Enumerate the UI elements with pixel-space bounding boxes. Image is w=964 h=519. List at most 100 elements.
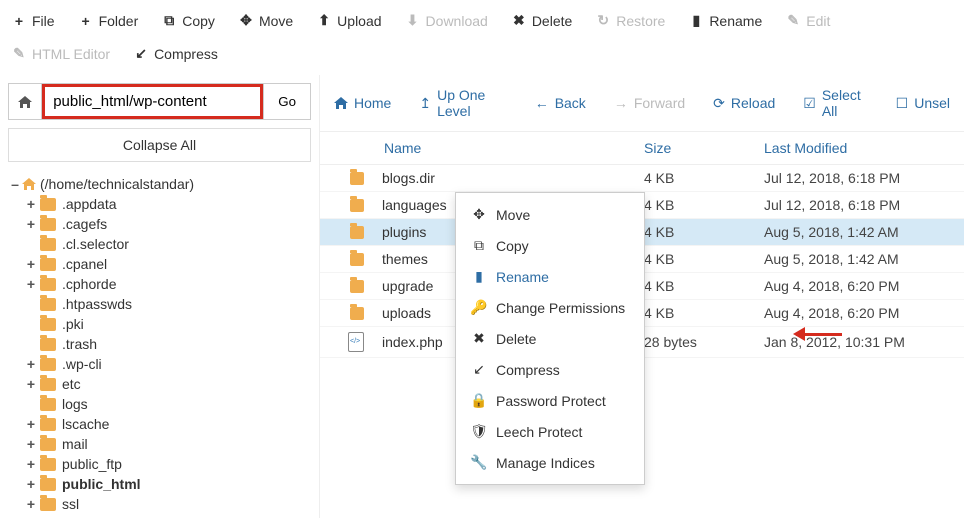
tree-item[interactable]: .htpasswds xyxy=(8,294,311,314)
plus-icon: + xyxy=(12,13,26,29)
reload-button[interactable]: ⟳Reload xyxy=(699,89,789,118)
rename-button[interactable]: ▮ Rename xyxy=(677,4,774,37)
ctx-rename[interactable]: ▮Rename xyxy=(456,261,644,292)
rename-icon: ▮ xyxy=(689,12,703,29)
path-input[interactable] xyxy=(42,84,263,119)
forward-label: Forward xyxy=(634,95,685,111)
check-icon: ☑ xyxy=(803,95,816,112)
collapse-all-button[interactable]: Collapse All xyxy=(8,128,311,162)
tree-item-label: .appdata xyxy=(62,196,117,212)
ctx-password[interactable]: 🔒Password Protect xyxy=(456,385,644,416)
copy-button[interactable]: ⧉Copy xyxy=(150,4,227,37)
expand-icon[interactable]: + xyxy=(24,496,38,512)
main-layout: Go Collapse All – (/home/technicalstanda… xyxy=(0,75,964,518)
table-row[interactable]: blogs.dir4 KBJul 12, 2018, 6:18 PM xyxy=(320,165,964,192)
tree-item[interactable]: +.cphorde xyxy=(8,274,311,294)
restore-button: ↻Restore xyxy=(584,4,677,37)
tree-item-label: .cpanel xyxy=(62,256,107,272)
expand-icon[interactable]: + xyxy=(24,476,38,492)
file-modified: Aug 5, 2018, 1:42 AM xyxy=(764,251,964,267)
nav-home-label: Home xyxy=(354,95,391,111)
download-button: ⬇Download xyxy=(394,4,500,37)
folder-icon xyxy=(40,278,56,291)
collapse-icon[interactable]: – xyxy=(8,176,22,192)
left-panel: Go Collapse All – (/home/technicalstanda… xyxy=(0,75,320,518)
tree-item[interactable]: + etc xyxy=(8,374,311,394)
html-icon: ✎ xyxy=(12,45,26,62)
rename-label: Rename xyxy=(709,13,762,29)
folder-icon xyxy=(40,458,56,471)
file-label: File xyxy=(32,13,55,29)
file-size: 4 KB xyxy=(644,251,764,267)
ctx-move[interactable]: ✥Move xyxy=(456,199,644,230)
up-level-button[interactable]: ↥Up One Level xyxy=(405,81,520,125)
tree-item[interactable]: + public_ftp xyxy=(8,454,311,474)
delete-button[interactable]: ✖Delete xyxy=(500,4,584,37)
wrench-icon: 🔧 xyxy=(470,454,488,471)
tree-item[interactable]: + ssl xyxy=(8,494,311,514)
folder-icon xyxy=(40,298,56,311)
tree-item[interactable]: .cl.selector xyxy=(8,234,311,254)
tree-item[interactable]: + .appdata xyxy=(8,194,311,214)
plus-icon: + xyxy=(79,13,93,29)
tree-item[interactable]: +.cagefs xyxy=(8,214,311,234)
ctx-permissions[interactable]: 🔑Change Permissions xyxy=(456,292,644,323)
lock-icon: 🔒 xyxy=(470,392,488,409)
col-name-header[interactable]: Name xyxy=(348,140,644,156)
expand-icon[interactable]: + xyxy=(24,256,38,272)
tree-item[interactable]: +mail xyxy=(8,434,311,454)
ctx-indices[interactable]: 🔧Manage Indices xyxy=(456,447,644,478)
tree-item-label: .htpasswds xyxy=(62,296,132,312)
edit-button: ✎Edit xyxy=(774,4,842,37)
tree-item-label: etc xyxy=(62,376,81,392)
tree-item-label: public_ftp xyxy=(62,456,122,472)
unselect-button[interactable]: ☐Unsel xyxy=(882,89,964,118)
file-size: 4 KB xyxy=(644,305,764,321)
expand-icon[interactable]: + xyxy=(24,356,38,372)
expand-icon[interactable]: + xyxy=(24,416,38,432)
compress-icon: ↙ xyxy=(470,361,488,378)
tree-item-label: ssl xyxy=(62,496,79,512)
col-modified-header[interactable]: Last Modified xyxy=(764,140,964,156)
folder-icon xyxy=(350,199,364,212)
nav-home-button[interactable]: Home xyxy=(320,89,405,117)
go-button[interactable]: Go xyxy=(263,84,310,119)
expand-icon[interactable]: + xyxy=(24,456,38,472)
tree-item[interactable]: +.wp-cli xyxy=(8,354,311,374)
ctx-compress[interactable]: ↙Compress xyxy=(456,354,644,385)
upload-button[interactable]: ⬆Upload xyxy=(305,4,393,37)
up-level-label: Up One Level xyxy=(437,87,507,119)
compress-button[interactable]: ↙Compress xyxy=(122,37,230,70)
tree-item[interactable]: +lscache xyxy=(8,414,311,434)
ctx-delete[interactable]: ✖Delete xyxy=(456,323,644,354)
file-button[interactable]: + File xyxy=(0,4,67,37)
ctx-copy[interactable]: ⧉Copy xyxy=(456,230,644,261)
tree-item[interactable]: .trash xyxy=(8,334,311,354)
file-modified: Jan 8, 2012, 10:31 PM xyxy=(764,334,964,350)
expand-icon[interactable]: + xyxy=(24,196,38,212)
tree-root-label: (/home/technicalstandar) xyxy=(40,176,194,192)
home-button[interactable] xyxy=(9,84,42,119)
col-size-header[interactable]: Size xyxy=(644,140,764,156)
file-modified: Jul 12, 2018, 6:18 PM xyxy=(764,197,964,213)
expand-icon[interactable]: + xyxy=(24,376,38,392)
tree-item[interactable]: + .cpanel xyxy=(8,254,311,274)
folder-button[interactable]: +Folder xyxy=(67,4,151,37)
folder-icon xyxy=(350,280,364,293)
unselect-label: Unsel xyxy=(914,95,950,111)
expand-icon[interactable]: + xyxy=(24,216,38,232)
back-button[interactable]: ←Back xyxy=(521,89,600,117)
file-modified: Aug 4, 2018, 6:20 PM xyxy=(764,305,964,321)
restore-label: Restore xyxy=(616,13,665,29)
tree-item[interactable]: logs xyxy=(8,394,311,414)
move-button[interactable]: ✥Move xyxy=(227,4,305,37)
expand-icon[interactable]: + xyxy=(24,436,38,452)
expand-icon[interactable]: + xyxy=(24,276,38,292)
tree-item[interactable]: +public_html xyxy=(8,474,311,494)
tree-root[interactable]: – (/home/technicalstandar) xyxy=(8,174,311,194)
table-header: Name Size Last Modified xyxy=(320,132,964,165)
select-all-button[interactable]: ☑Select All xyxy=(789,81,881,125)
tree-item[interactable]: .pki xyxy=(8,314,311,334)
delete-label: Delete xyxy=(532,13,572,29)
ctx-leech[interactable]: 🛡Leech Protect xyxy=(456,416,644,447)
